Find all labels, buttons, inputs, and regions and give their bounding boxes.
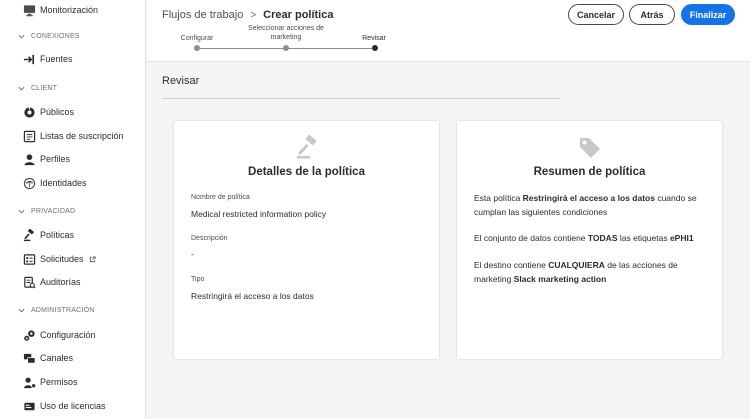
summary-statement: Esta política Restringirá el acceso a lo… — [474, 191, 708, 219]
sidebar-item-label: Perfiles — [40, 154, 71, 164]
card-title: Detalles de la política — [248, 166, 365, 178]
destination-condition: El destino contiene CUALQUIERA de las ac… — [474, 258, 708, 286]
summary-emphasis: CUALQUIERA — [548, 260, 605, 270]
sidebar-item-canales[interactable]: Canales — [0, 348, 146, 368]
audits-icon — [22, 275, 36, 289]
sidebar-item-label: Uso de licencias — [40, 401, 106, 411]
chevron-down-icon — [17, 207, 25, 215]
sidebar-item-label: Auditorías — [40, 277, 81, 287]
channels-icon — [22, 351, 36, 365]
summary-emphasis: Restringirá el acceso a los datos — [522, 193, 655, 203]
sidebar-item-politicas[interactable]: Políticas — [0, 225, 146, 245]
card-title: Resumen de política — [533, 166, 646, 178]
section-divider — [162, 98, 560, 99]
gavel-icon — [22, 228, 36, 242]
type-value: Restringirá el acceso a los datos — [191, 291, 314, 301]
back-button[interactable]: Atrás — [629, 4, 675, 25]
sidebar-item-fuentes[interactable]: Fuentes — [0, 49, 146, 69]
section-conexiones[interactable]: CONEXIONES — [0, 29, 146, 43]
subscription-list-icon — [22, 129, 36, 143]
breadcrumb-parent-link[interactable]: Flujos de trabajo — [162, 9, 243, 21]
sidebar-item-publicos[interactable]: Públicos — [0, 102, 146, 122]
breadcrumb: Flujos de trabajo > Crear política — [162, 9, 333, 21]
monitor-icon — [22, 3, 36, 17]
sidebar-item-perfiles[interactable]: Perfiles — [0, 149, 146, 169]
section-label: PRIVACIDAD — [31, 207, 76, 215]
section-title: Revisar — [162, 75, 200, 87]
sidebar-item-label: Identidades — [40, 178, 87, 188]
marketing-action-name: Slack marketing action — [513, 274, 607, 284]
sidebar-item-label: Solicitudes — [40, 254, 96, 264]
summary-text: El destino contiene — [474, 260, 549, 270]
sidebar-item-identidades[interactable]: Identidades — [0, 173, 146, 193]
chevron-down-icon — [17, 32, 25, 40]
step-1-label: Configurar — [180, 35, 214, 42]
sidebar-item-permisos[interactable]: Permisos — [0, 372, 146, 392]
type-label: Tipo — [191, 276, 205, 283]
workflow-stepper: Configurar Seleccionar acciones de marke… — [147, 22, 447, 58]
sidebar-item-listas-suscripcion[interactable]: Listas de suscripción — [0, 126, 146, 146]
policy-summary-card: Resumen de política Esta política Restri… — [456, 120, 723, 360]
license-icon — [22, 399, 36, 413]
dataset-condition: El conjunto de datos contiene TODAS las … — [474, 231, 708, 245]
sidebar-item-auditorias[interactable]: Auditorías — [0, 272, 146, 292]
description-label: Descripción — [191, 235, 228, 242]
section-label: CONEXIONES — [31, 32, 80, 40]
summary-text: las etiquetas — [617, 233, 670, 243]
label-name: ePHI1 — [669, 233, 694, 243]
gavel-icon — [297, 135, 317, 159]
step-2-dot — [283, 45, 289, 51]
sources-icon — [22, 52, 36, 66]
workflow-header: Flujos de trabajo > Crear política Confi… — [147, 0, 750, 62]
tag-icon — [580, 138, 600, 158]
profile-icon — [22, 152, 36, 166]
section-label: CLIENT — [31, 84, 58, 92]
sidebar-item-configuracion[interactable]: Configuración — [0, 325, 146, 345]
sidebar-item-label: Permisos — [40, 377, 78, 387]
audiences-icon — [22, 105, 36, 119]
sidebar-item-label: Fuentes — [40, 54, 73, 64]
description-value: - — [191, 249, 194, 259]
sidebar-item-label: Políticas — [40, 230, 75, 240]
step-1-dot — [194, 45, 200, 51]
summary-emphasis: TODAS — [587, 233, 618, 243]
sidebar-item-uso-licencias[interactable]: Uso de licencias — [0, 396, 146, 416]
policy-name-label: Nombre de política — [191, 194, 250, 201]
breadcrumb-current: Crear política — [263, 9, 334, 21]
finish-button[interactable]: Finalizar — [681, 4, 735, 25]
section-privacidad[interactable]: PRIVACIDAD — [0, 204, 146, 218]
sidebar-item-solicitudes[interactable]: Solicitudes — [0, 249, 146, 269]
section-client[interactable]: CLIENT — [0, 81, 146, 95]
sidebar-item-monitorizacion[interactable]: Monitorización — [0, 0, 146, 20]
cancel-button[interactable]: Cancelar — [568, 4, 624, 25]
step-2-label: Seleccionar acciones de marketing — [248, 25, 324, 41]
chevron-right-icon: > — [250, 9, 257, 21]
sidebar-item-label: Públicos — [40, 107, 75, 117]
policy-details-card: Detalles de la política Nombre de políti… — [173, 120, 440, 360]
step-3-dot — [372, 45, 378, 51]
sidebar-item-label: Configuración — [40, 330, 96, 340]
chevron-down-icon — [17, 306, 25, 314]
step-3-label: Revisar — [362, 35, 386, 42]
section-label: ADMINISTRACIÓN — [31, 306, 95, 314]
policy-name-value: Medical restricted information policy — [191, 209, 327, 219]
chevron-down-icon — [17, 84, 25, 92]
sidebar-item-label-text: Solicitudes — [40, 254, 84, 264]
sidebar-item-label: Listas de suscripción — [40, 131, 124, 141]
sidebar-item-label: Monitorización — [40, 5, 99, 15]
permissions-icon — [22, 375, 36, 389]
summary-text: Esta política — [474, 193, 523, 203]
identities-icon — [22, 176, 36, 190]
external-link-icon — [89, 256, 96, 263]
requests-icon — [22, 252, 36, 266]
section-administracion[interactable]: ADMINISTRACIÓN — [0, 303, 146, 317]
summary-text: El conjunto de datos contiene — [474, 233, 588, 243]
sidebar-item-label: Canales — [40, 353, 74, 363]
gears-icon — [22, 328, 36, 342]
sidebar: Monitorización CONEXIONES Fuentes CLIENT… — [0, 0, 146, 419]
